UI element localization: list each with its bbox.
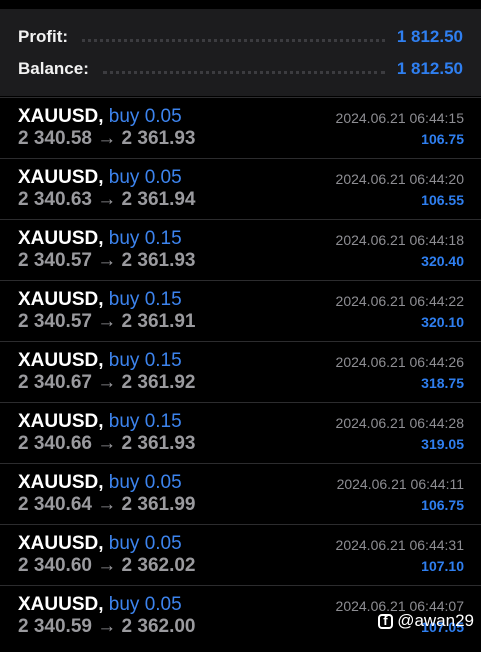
trade-side: buy 0.05 bbox=[108, 594, 182, 615]
trade-row[interactable]: XAUUSD, buy 0.05 2 340.64 → 2 361.99 202… bbox=[0, 463, 481, 523]
account-summary: Profit: 1 812.50 Balance: 1 812.50 bbox=[0, 9, 481, 96]
trade-row[interactable]: XAUUSD, buy 0.05 2 340.60 → 2 362.02 202… bbox=[0, 524, 481, 584]
trade-row[interactable]: XAUUSD, buy 0.15 2 340.66 → 2 361.93 202… bbox=[0, 402, 481, 462]
trade-prices: 2 340.58 → 2 361.93 bbox=[18, 128, 196, 149]
trade-prices: 2 340.57 → 2 361.91 bbox=[18, 311, 196, 332]
trade-time: 2024.06.21 06:44:22 bbox=[335, 293, 464, 309]
trade-prices: 2 340.64 → 2 361.99 bbox=[18, 494, 196, 515]
trade-prices: 2 340.60 → 2 362.02 bbox=[18, 555, 196, 576]
trade-symbol: XAUUSD, buy 0.05 bbox=[18, 594, 182, 615]
trade-side: buy 0.15 bbox=[108, 411, 182, 432]
trade-profit: 320.40 bbox=[421, 253, 464, 269]
trade-profit: 318.75 bbox=[421, 375, 464, 391]
trade-symbol: XAUUSD, buy 0.15 bbox=[18, 289, 182, 310]
trade-profit: 106.75 bbox=[421, 497, 464, 513]
trade-time: 2024.06.21 06:44:11 bbox=[336, 476, 464, 492]
trade-profit: 319.05 bbox=[421, 436, 464, 452]
trade-symbol: XAUUSD, buy 0.15 bbox=[18, 350, 182, 371]
balance-value: 1 812.50 bbox=[396, 59, 463, 78]
trade-symbol: XAUUSD, buy 0.15 bbox=[18, 411, 182, 432]
trade-symbol: XAUUSD, buy 0.05 bbox=[18, 106, 182, 127]
trade-side: buy 0.05 bbox=[108, 167, 182, 188]
trade-prices: 2 340.57 → 2 361.93 bbox=[18, 250, 196, 271]
balance-row: Balance: 1 812.50 bbox=[18, 58, 463, 80]
trade-profit: 106.55 bbox=[421, 192, 464, 208]
trade-time: 2024.06.21 06:44:26 bbox=[335, 354, 464, 370]
top-bar bbox=[0, 0, 481, 9]
trade-side: buy 0.05 bbox=[108, 472, 182, 493]
watermark: @awan29 bbox=[378, 611, 474, 631]
trade-symbol: XAUUSD, buy 0.15 bbox=[18, 228, 182, 249]
trade-row[interactable]: XAUUSD, buy 0.05 2 340.58 → 2 361.93 202… bbox=[0, 97, 481, 157]
trade-prices: 2 340.63 → 2 361.94 bbox=[18, 189, 196, 210]
trade-side: buy 0.15 bbox=[108, 228, 182, 249]
facebook-icon bbox=[378, 613, 394, 629]
balance-label: Balance: bbox=[18, 59, 89, 78]
trade-profit: 107.10 bbox=[421, 558, 464, 574]
profit-leader-dots bbox=[82, 38, 385, 42]
trade-symbol: XAUUSD, buy 0.05 bbox=[18, 167, 182, 188]
trade-side: buy 0.05 bbox=[108, 533, 182, 554]
profit-label: Profit: bbox=[18, 27, 69, 46]
trade-symbol: XAUUSD, buy 0.05 bbox=[18, 533, 182, 554]
trade-prices: 2 340.59 → 2 362.00 bbox=[18, 616, 196, 637]
trade-row[interactable]: XAUUSD, buy 0.15 2 340.67 → 2 361.92 202… bbox=[0, 341, 481, 401]
trade-row[interactable]: XAUUSD, buy 0.15 2 340.57 → 2 361.93 202… bbox=[0, 219, 481, 279]
watermark-text: @awan29 bbox=[397, 611, 474, 630]
balance-leader-dots bbox=[102, 70, 385, 74]
trade-side: buy 0.15 bbox=[108, 350, 182, 371]
trade-symbol: XAUUSD, buy 0.05 bbox=[18, 472, 182, 493]
trade-side: buy 0.15 bbox=[108, 289, 182, 310]
profit-value: 1 812.50 bbox=[396, 27, 463, 46]
trade-time: 2024.06.21 06:44:28 bbox=[335, 415, 464, 431]
trade-time: 2024.06.21 06:44:15 bbox=[335, 110, 464, 126]
trade-profit: 320.10 bbox=[421, 314, 464, 330]
profit-row: Profit: 1 812.50 bbox=[18, 26, 463, 48]
trade-time: 2024.06.21 06:44:31 bbox=[335, 537, 464, 553]
trade-row[interactable]: XAUUSD, buy 0.15 2 340.57 → 2 361.91 202… bbox=[0, 280, 481, 340]
trade-prices: 2 340.66 → 2 361.93 bbox=[18, 433, 196, 454]
trade-profit: 106.75 bbox=[421, 131, 464, 147]
trade-time: 2024.06.21 06:44:18 bbox=[335, 232, 464, 248]
trade-time: 2024.06.21 06:44:20 bbox=[335, 171, 464, 187]
trade-side: buy 0.05 bbox=[108, 106, 182, 127]
trade-prices: 2 340.67 → 2 361.92 bbox=[18, 372, 196, 393]
trade-row[interactable]: XAUUSD, buy 0.05 2 340.63 → 2 361.94 202… bbox=[0, 158, 481, 218]
